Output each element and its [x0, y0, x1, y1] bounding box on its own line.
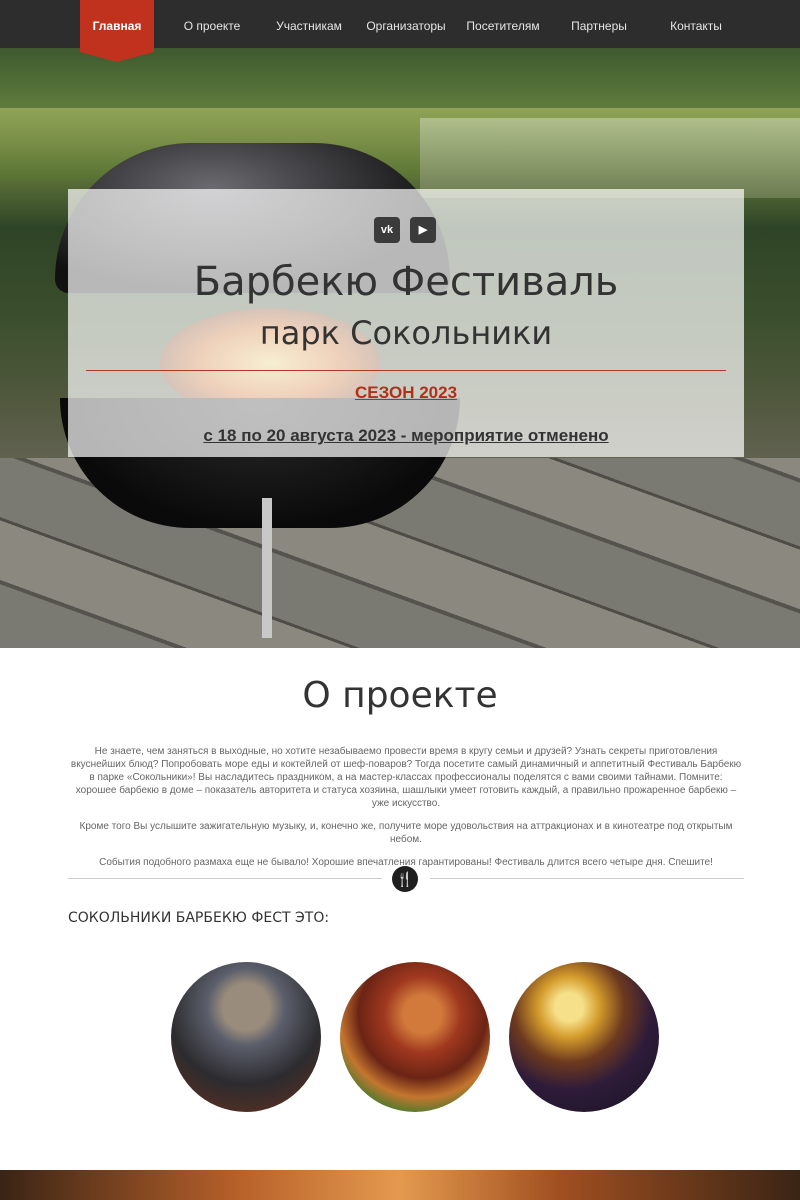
- grill-chef-photo[interactable]: [171, 962, 321, 1112]
- dates-link[interactable]: с 18 по 20 августа 2023 - мероприятие от…: [68, 426, 744, 446]
- vk-icon[interactable]: vk: [374, 217, 400, 243]
- nav-item-partners[interactable]: Партнеры: [558, 0, 640, 48]
- youtube-icon[interactable]: ▶: [410, 217, 436, 243]
- section-divider-right: [430, 878, 744, 879]
- trumpet-player-photo[interactable]: [509, 962, 659, 1112]
- section-divider-left: [68, 878, 382, 879]
- features-heading: СОКОЛЬНИКИ БАРБЕКЮ ФЕСТ ЭТО:: [68, 910, 330, 926]
- nav-item-participants[interactable]: Участникам: [268, 0, 350, 48]
- about-text: Не знаете, чем заняться в выходные, но х…: [68, 745, 744, 879]
- nav-item-organizers[interactable]: Организаторы: [364, 0, 448, 48]
- sausages-photo[interactable]: [340, 962, 490, 1112]
- main-nav: Главная О проекте Участникам Организатор…: [0, 0, 800, 62]
- about-paragraph: Не знаете, чем заняться в выходные, но х…: [70, 746, 742, 809]
- nav-item-contacts[interactable]: Контакты: [660, 0, 732, 48]
- hero-info-box: vk ▶ Барбекю Фестиваль парк Сокольники С…: [68, 189, 744, 457]
- about-title: О проекте: [302, 675, 498, 716]
- about-paragraph: Кроме того Вы услышите зажигательную муз…: [79, 821, 733, 845]
- fork-knife-icon: 🍴: [392, 866, 418, 892]
- grill-leg: [262, 498, 272, 638]
- hero-background-water: [420, 118, 800, 198]
- hero-title: Барбекю Фестиваль: [193, 259, 619, 305]
- nav-item-about[interactable]: О проекте: [172, 0, 252, 48]
- hero-subtitle: парк Сокольники: [259, 314, 553, 352]
- nav-item-home[interactable]: Главная: [80, 0, 154, 62]
- hero-divider: [86, 370, 726, 371]
- nav-item-visitors[interactable]: Посетителям: [462, 0, 544, 48]
- season-link[interactable]: СЕЗОН 2023: [68, 383, 744, 403]
- bottom-section-banner: [0, 1170, 800, 1200]
- hero-banner: vk ▶ Барбекю Фестиваль парк Сокольники С…: [0, 48, 800, 648]
